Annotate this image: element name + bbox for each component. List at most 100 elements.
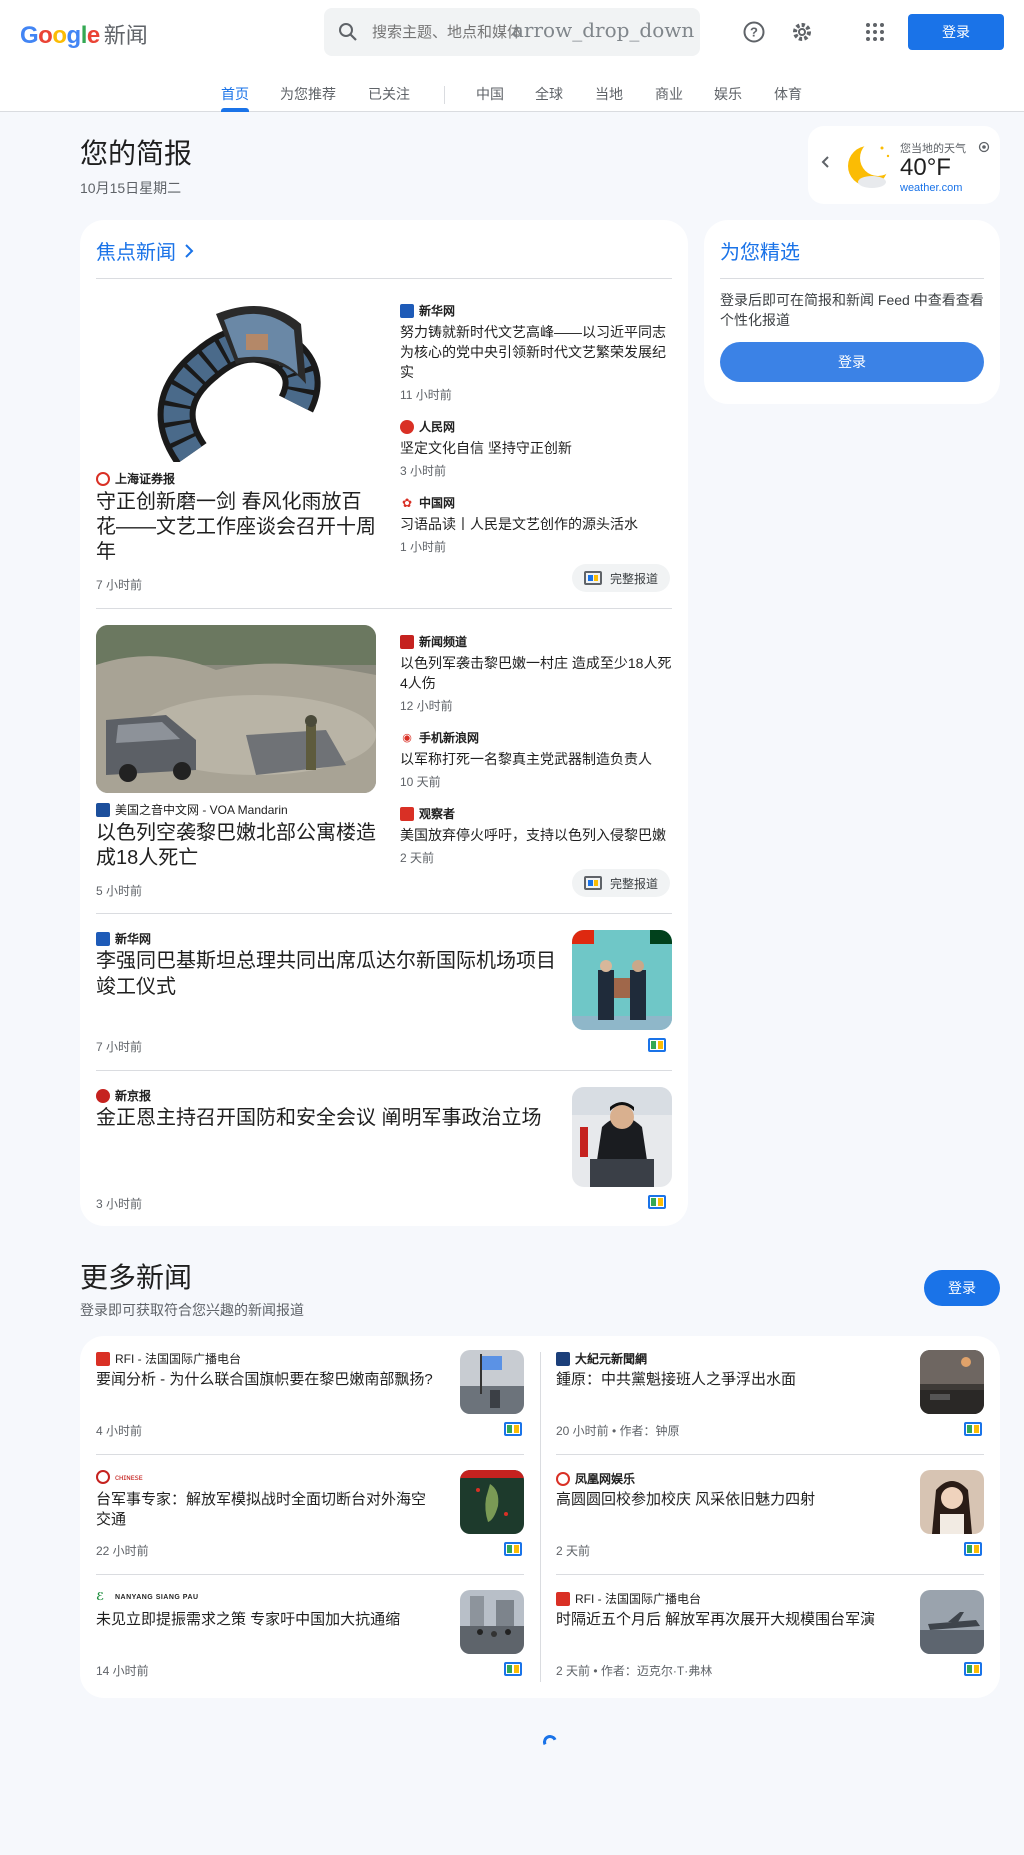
full-coverage-icon[interactable]: [964, 1542, 982, 1556]
article-source[interactable]: 上海证券报: [96, 470, 175, 487]
article-source[interactable]: RFI - 法国国际广播电台: [96, 1350, 241, 1367]
top-stories-link[interactable]: 焦点新闻: [96, 236, 194, 265]
celebrity-portrait-thumbnail[interactable]: [920, 1470, 984, 1534]
related-headline[interactable]: 坚定文化自信 坚持守正创新: [400, 438, 672, 458]
moon-weather-icon: [844, 140, 896, 195]
taiwan-map-thumbnail[interactable]: [460, 1470, 524, 1534]
article-time: 10 天前: [400, 775, 441, 789]
source-logo-text: ᴄʜɪɴᴇꜱᴇ: [115, 1472, 143, 1482]
street-crowd-thumbnail[interactable]: [460, 1590, 524, 1654]
article-source[interactable]: ᴄʜɪɴᴇꜱᴇ: [96, 1470, 143, 1484]
article-time: 5 小时前: [96, 884, 143, 898]
article-time: 20 小时前 • 作者：钟原: [556, 1424, 680, 1438]
article-source[interactable]: RFI - 法国国际广播电台: [556, 1590, 701, 1607]
related-headline[interactable]: 习语品读丨人民是文艺创作的源头活水: [400, 514, 672, 534]
source-name: RFI - 法国国际广播电台: [115, 1352, 241, 1366]
article-time: 22 小时前: [96, 1544, 149, 1558]
article-time: 4 小时前: [96, 1424, 143, 1438]
article-time: 7 小时前: [96, 1040, 143, 1054]
bjnews-source-icon: [96, 1088, 110, 1103]
full-coverage-label: 完整报道: [610, 571, 659, 586]
article-source[interactable]: 观察者: [400, 805, 455, 822]
full-coverage-button[interactable]: 完整报道: [572, 564, 671, 592]
full-coverage-icon[interactable]: [648, 1038, 666, 1052]
nanyang-source-icon: ℰ: [96, 1590, 110, 1604]
full-coverage-icon[interactable]: [648, 1195, 666, 1209]
full-coverage-icon[interactable]: [964, 1422, 982, 1436]
related-headline[interactable]: 以色列军袭击黎巴嫩一村庄 造成至少18人死4人伤: [400, 653, 672, 693]
military-jet-thumbnail[interactable]: [920, 1590, 984, 1654]
article-source[interactable]: ✿ 中国网: [400, 494, 455, 511]
source-name: 新华网: [115, 932, 152, 946]
article-source[interactable]: ◉ 手机新浪网: [400, 729, 479, 746]
weather-source-link[interactable]: weather.com: [900, 182, 962, 194]
search-dropdown-text[interactable]: arrow_drop_down: [512, 18, 694, 42]
speaker-podium-thumbnail[interactable]: [572, 1087, 672, 1187]
source-name: NANYANG SIANG PAU: [115, 1593, 199, 1601]
search-box[interactable]: arrow_drop_down: [324, 8, 700, 56]
china-net-source-icon: ✿: [400, 495, 414, 510]
full-coverage-icon[interactable]: [504, 1422, 522, 1436]
more-headline[interactable]: 要闻分析 - 为什么联合国旗帜要在黎巴嫩南部飘扬?: [96, 1370, 436, 1390]
article-source[interactable]: 新华网: [400, 302, 455, 319]
headline-title[interactable]: 以色列空袭黎巴嫩北部公寓楼造成18人死亡: [96, 821, 380, 871]
search-icon[interactable]: [324, 22, 372, 42]
full-coverage-icon[interactable]: [504, 1662, 522, 1676]
headline-title[interactable]: 金正恩主持召开国防和安全会议 阐明军事政治立场: [96, 1105, 566, 1131]
tab-china[interactable]: 中国: [476, 84, 504, 104]
related-headline[interactable]: 努力铸就新时代文艺高峰——以习近平同志为核心的党中央引领新时代文艺繁荣发展纪实: [400, 322, 672, 382]
diplomatic-ceremony-thumbnail[interactable]: [572, 930, 672, 1030]
settings-icon[interactable]: [788, 18, 816, 46]
svg-text:?: ?: [750, 25, 758, 40]
more-news-signin-button[interactable]: 登录: [924, 1270, 1000, 1306]
tab-world[interactable]: 全球: [535, 84, 563, 104]
article-source[interactable]: 新闻频道: [400, 633, 467, 650]
help-icon[interactable]: ?: [740, 18, 768, 46]
tab-local[interactable]: 当地: [595, 84, 623, 104]
article-source[interactable]: 美国之音中文网 - VOA Mandarin: [96, 801, 288, 818]
more-headline[interactable]: 鍾原：中共黨魁接班人之爭浮出水面: [556, 1370, 896, 1390]
divider: [96, 278, 672, 279]
tab-business[interactable]: 商业: [655, 84, 683, 104]
tab-for-you[interactable]: 为您推荐: [280, 84, 336, 104]
tab-following[interactable]: 已关注: [368, 84, 410, 104]
article-source[interactable]: 新京报: [96, 1087, 151, 1104]
article-source[interactable]: 人民网: [400, 418, 455, 435]
tab-sports[interactable]: 体育: [774, 84, 802, 104]
article-source[interactable]: 凤凰网娱乐: [556, 1470, 635, 1487]
tab-entertainment[interactable]: 娱乐: [714, 84, 742, 104]
source-name: 大紀元新聞網: [575, 1352, 648, 1366]
top-stories-card: 焦点新闻 上海证券报 守正创新磨一剑 春风化雨放百花——文艺工作座谈会召开十周年…: [80, 220, 688, 1226]
article-source[interactable]: ℰ NANYANG SIANG PAU: [96, 1590, 199, 1604]
divider: [96, 1070, 672, 1071]
weather-temperature: 40°F: [900, 154, 951, 181]
more-headline[interactable]: 未见立即提振需求之策 专家吁中国加大抗通缩: [96, 1610, 436, 1630]
weather-widget[interactable]: 您当地的天气 40°F weather.com: [808, 126, 1000, 204]
more-headline[interactable]: 台军事专家：解放军模拟战时全面切断台对外海空交通: [96, 1490, 436, 1530]
full-coverage-button[interactable]: 完整报道: [572, 869, 671, 897]
tab-home[interactable]: 首页: [221, 84, 249, 104]
chevron-left-icon[interactable]: [820, 154, 832, 175]
article-source[interactable]: 新华网: [96, 930, 151, 947]
article-source[interactable]: 大紀元新聞網: [556, 1350, 647, 1367]
full-coverage-icon[interactable]: [964, 1662, 982, 1676]
headline-title[interactable]: 李强同巴基斯坦总理共同出席瓜达尔新国际机场项目竣工仪式: [96, 948, 566, 1000]
related-headline[interactable]: 美国放弃停火呼吁，支持以色列入侵黎巴嫩: [400, 825, 672, 845]
rubble-photo-thumbnail[interactable]: [96, 625, 376, 793]
for-you-signin-button[interactable]: 登录: [720, 342, 984, 382]
dusk-city-thumbnail[interactable]: [920, 1350, 984, 1414]
film-reel-thumbnail[interactable]: [96, 294, 376, 462]
apps-icon[interactable]: [861, 18, 889, 46]
more-headline[interactable]: 高圆圆回校参加校庆 风采依旧魅力四射: [556, 1490, 896, 1510]
more-headline[interactable]: 时隔近五个月后 解放军再次展开大规模围台军演: [556, 1610, 896, 1630]
article-time: 2 天前: [400, 851, 435, 865]
related-headline[interactable]: 以军称打死一名黎真主党武器制造负责人: [400, 749, 672, 769]
full-coverage-icon[interactable]: [504, 1542, 522, 1556]
ifeng-source-icon: [556, 1471, 570, 1486]
un-flag-thumbnail[interactable]: [460, 1350, 524, 1414]
signin-button[interactable]: 登录: [908, 14, 1004, 50]
source-name: 凤凰网娱乐: [575, 1472, 636, 1486]
google-news-logo[interactable]: Google 新闻: [20, 18, 148, 50]
full-coverage-icon: [584, 571, 602, 585]
headline-title[interactable]: 守正创新磨一剑 春风化雨放百花——文艺工作座谈会召开十周年: [96, 490, 380, 565]
